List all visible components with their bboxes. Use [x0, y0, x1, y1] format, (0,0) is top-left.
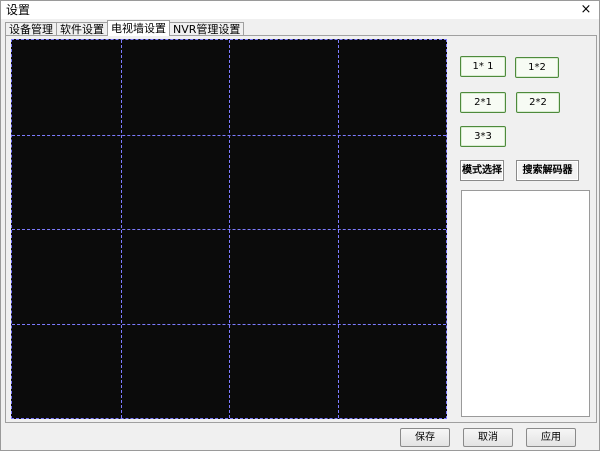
settings-window: 设置 × 设备管理 软件设置 电视墙设置 NVR管理设置 1* 1 1*2 2*…	[0, 0, 600, 451]
layout-1x2-button[interactable]: 1*2	[515, 57, 559, 78]
grid-row-divider	[12, 324, 446, 325]
tab-device-management[interactable]: 设备管理	[5, 22, 57, 36]
layout-2x1-button[interactable]: 2*1	[460, 92, 506, 113]
close-icon[interactable]: ×	[576, 2, 596, 18]
decoder-list[interactable]	[461, 190, 590, 417]
apply-button[interactable]: 应用	[526, 428, 576, 447]
tab-software-settings[interactable]: 软件设置	[56, 22, 108, 36]
video-wall-grid[interactable]	[11, 39, 447, 419]
mode-select-button[interactable]: 模式选择	[460, 160, 504, 181]
search-decoder-button[interactable]: 搜索解码器	[516, 160, 579, 181]
grid-row-divider	[12, 229, 446, 230]
layout-3x3-button[interactable]: 3*3	[460, 126, 506, 147]
tab-strip: 设备管理 软件设置 电视墙设置 NVR管理设置	[5, 20, 245, 36]
video-wall-panel: 1* 1 1*2 2*1 2*2 3*3 模式选择 搜索解码器	[5, 35, 597, 423]
tab-nvr-settings[interactable]: NVR管理设置	[169, 22, 245, 36]
tab-video-wall-settings[interactable]: 电视墙设置	[107, 20, 170, 36]
cancel-button[interactable]: 取消	[463, 428, 513, 447]
window-title: 设置	[6, 3, 31, 17]
grid-row-divider	[12, 135, 446, 136]
layout-1x1-button[interactable]: 1* 1	[460, 56, 506, 77]
title-bar: 设置 ×	[1, 1, 599, 19]
layout-2x2-button[interactable]: 2*2	[516, 92, 560, 113]
save-button[interactable]: 保存	[400, 428, 450, 447]
